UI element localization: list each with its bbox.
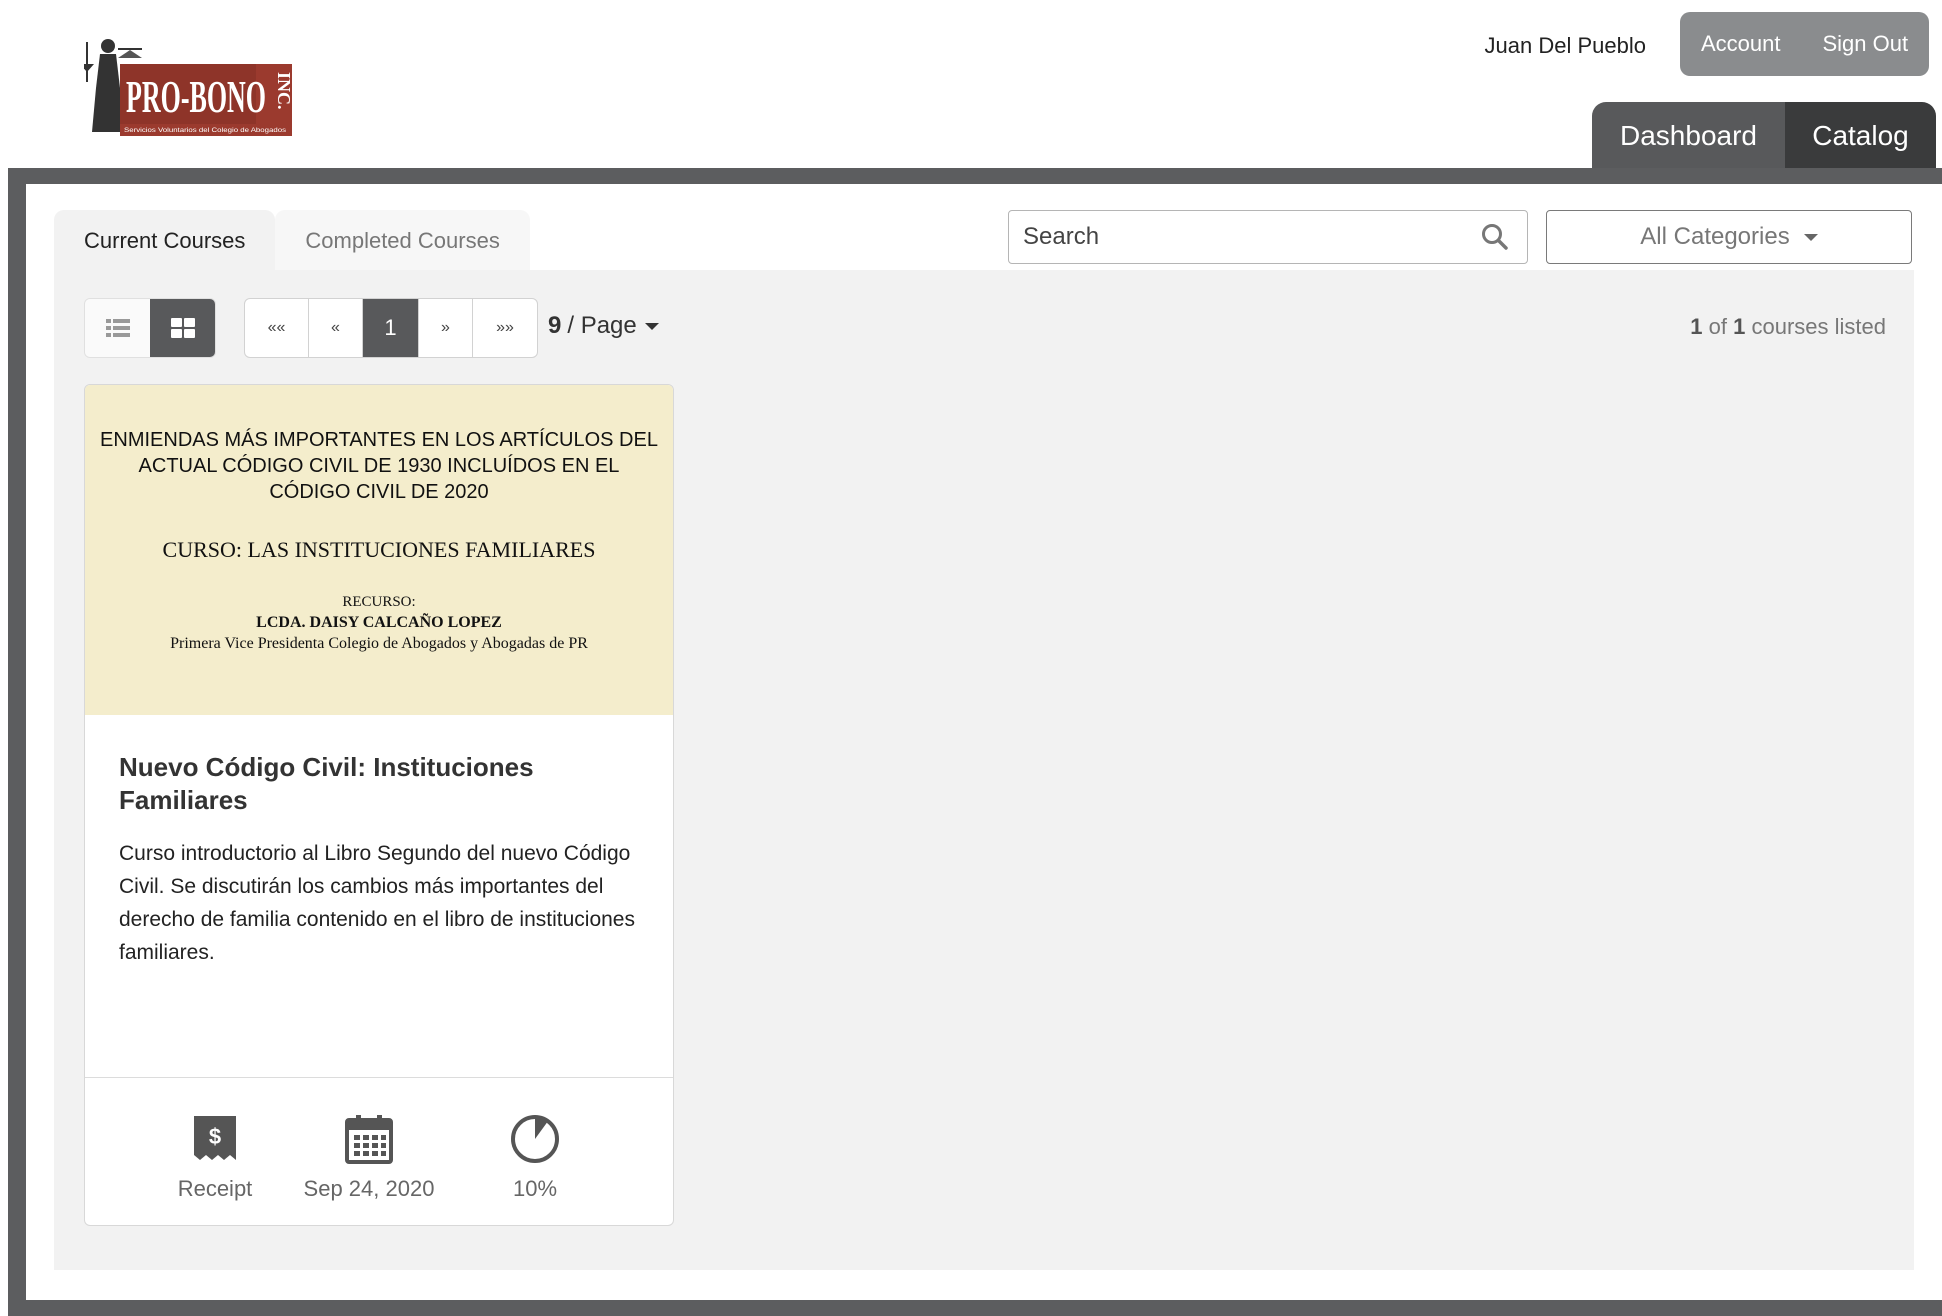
receipt-label: Receipt xyxy=(177,1176,253,1201)
course-progress: 10% xyxy=(485,1114,585,1202)
chevron-down-icon xyxy=(1803,233,1818,241)
content-area: Current Courses Completed Courses All Ca… xyxy=(26,184,1942,1300)
receipt-icon: $ xyxy=(194,1116,236,1160)
first-page-button[interactable]: «« xyxy=(245,299,309,357)
per-page-dropdown[interactable]: 9 / Page xyxy=(548,312,659,340)
per-page-label: / Page xyxy=(567,312,637,339)
logo-tagline: Servicios Voluntarios del Colegio de Abo… xyxy=(124,128,286,134)
tab-completed-courses[interactable]: Completed Courses xyxy=(275,210,530,272)
course-tabs: Current Courses Completed Courses xyxy=(54,210,530,272)
pro-bono-logo[interactable]: PRO-BONO INC. Servicios Voluntarios del … xyxy=(80,28,296,136)
listed-total: 1 xyxy=(1733,314,1746,339)
category-select[interactable]: All Categories xyxy=(1546,210,1912,264)
search-box xyxy=(1008,210,1528,264)
progress-pie-icon xyxy=(511,1115,559,1163)
search-icon[interactable] xyxy=(1481,223,1509,256)
course-date: Sep 24, 2020 xyxy=(299,1114,439,1202)
pagination: «« « 1 » »» xyxy=(244,298,538,358)
logo-suffix: INC. xyxy=(274,72,294,110)
course-image-resource-name: LCDA. DAISY CALCAÑO LOPEZ xyxy=(256,614,502,631)
nav-tab-catalog[interactable]: Catalog xyxy=(1785,102,1936,170)
list-icon xyxy=(105,319,130,337)
courses-panel: «« « 1 » »» 9 / Page 1 of 1 courses list… xyxy=(54,270,1914,1270)
prev-page-button[interactable]: « xyxy=(309,299,363,357)
last-page-button[interactable]: »» xyxy=(473,299,537,357)
course-card-footer: $ Receipt Sep 24, 2020 10% xyxy=(85,1077,673,1225)
courses-listed-count: 1 of 1 courses listed xyxy=(1690,314,1886,340)
list-view-button[interactable] xyxy=(85,299,150,357)
grid-icon xyxy=(170,318,195,338)
grid-view-button[interactable] xyxy=(150,299,215,357)
account-button[interactable]: Account xyxy=(1680,12,1802,76)
main-frame: Current Courses Completed Courses All Ca… xyxy=(8,168,1942,1316)
course-image[interactable]: ENMIENDAS MÁS IMPORTANTES EN LOS ARTÍCUL… xyxy=(85,385,673,715)
listed-of: of xyxy=(1708,314,1727,339)
course-title[interactable]: Nuevo Código Civil: Instituciones Famili… xyxy=(119,751,639,817)
account-button-group: Account Sign Out xyxy=(1680,12,1930,76)
category-select-value: All Categories xyxy=(1640,223,1790,250)
course-image-resource-label: RECURSO: xyxy=(342,594,416,610)
next-page-button[interactable]: » xyxy=(419,299,473,357)
course-image-heading: ENMIENDAS MÁS IMPORTANTES EN LOS ARTÍCUL… xyxy=(100,429,658,503)
listed-shown: 1 xyxy=(1690,314,1703,339)
course-card-body: Nuevo Código Civil: Instituciones Famili… xyxy=(85,715,673,1077)
user-name: Juan Del Pueblo xyxy=(1484,33,1646,58)
current-page-button[interactable]: 1 xyxy=(363,299,419,357)
course-image-subtitle: CURSO: LAS INSTITUCIONES FAMILIARES xyxy=(162,537,596,562)
listed-suffix: courses listed xyxy=(1751,314,1886,339)
chevron-down-icon xyxy=(644,322,659,330)
per-page-count: 9 xyxy=(548,312,562,339)
course-card[interactable]: ENMIENDAS MÁS IMPORTANTES EN LOS ARTÍCUL… xyxy=(84,384,674,1226)
logo-text: PRO-BONO xyxy=(126,71,266,122)
course-date-label: Sep 24, 2020 xyxy=(303,1176,435,1201)
nav-tab-dashboard[interactable]: Dashboard xyxy=(1592,102,1785,170)
course-description: Curso introductorio al Libro Segundo del… xyxy=(119,842,635,964)
calendar-icon xyxy=(345,1115,393,1164)
tab-current-courses[interactable]: Current Courses xyxy=(54,210,276,272)
receipt-link[interactable]: $ Receipt xyxy=(155,1114,275,1202)
course-progress-label: 10% xyxy=(512,1176,558,1201)
view-toggle xyxy=(84,298,216,358)
search-input[interactable] xyxy=(1009,223,1469,251)
main-nav: Dashboard Catalog xyxy=(1592,102,1936,170)
course-image-resource-title: Primera Vice Presidenta Colegio de Aboga… xyxy=(170,635,588,652)
svg-text:$: $ xyxy=(209,1124,221,1149)
sign-out-button[interactable]: Sign Out xyxy=(1802,12,1930,76)
